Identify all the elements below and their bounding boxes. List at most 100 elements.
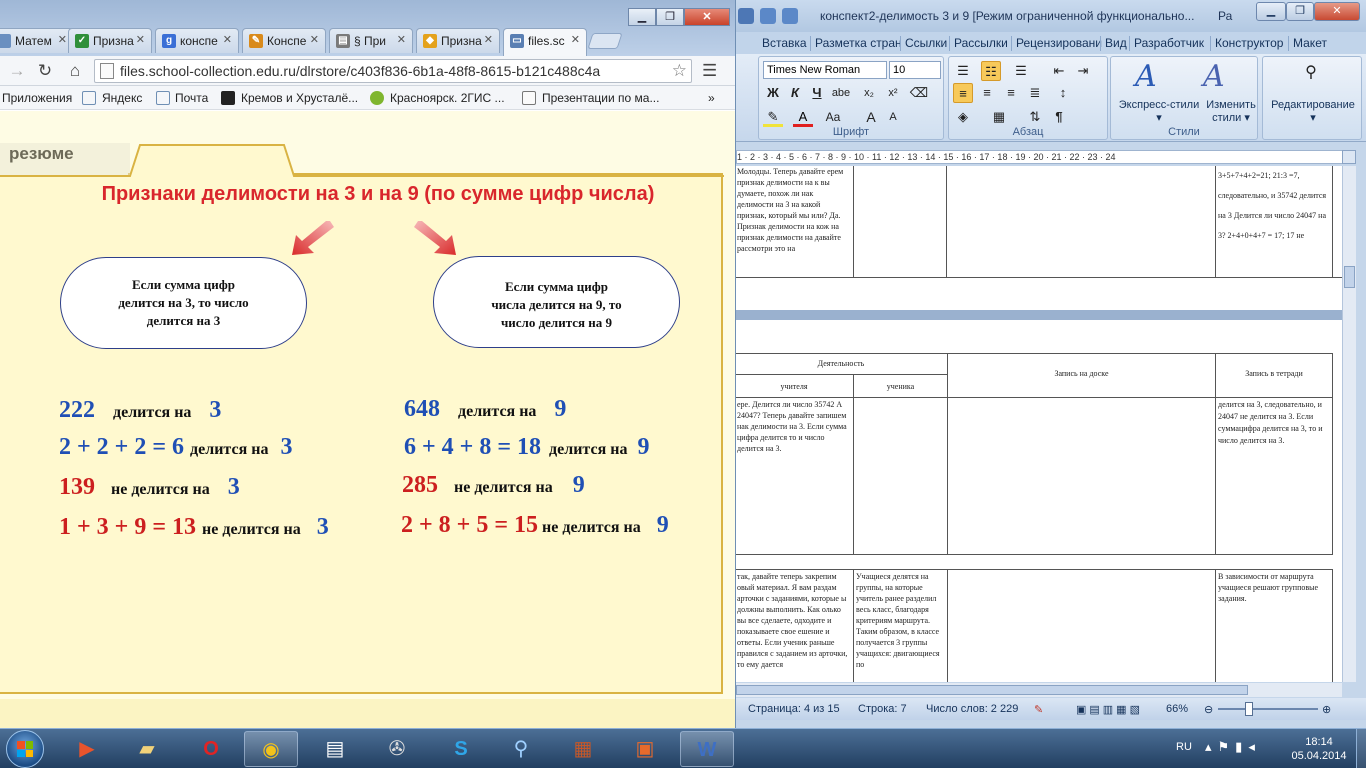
decrease-indent-button[interactable]: ⇤	[1049, 61, 1069, 81]
table-cell[interactable]	[947, 397, 1216, 555]
show-marks-button[interactable]: ¶	[1049, 107, 1069, 127]
zoom-in-icon[interactable]: ⊕	[1322, 703, 1331, 716]
notepad-icon[interactable]: ▤	[308, 731, 362, 767]
italic-button[interactable]: К	[785, 83, 805, 103]
more-bookmarks-icon[interactable]: »	[708, 91, 715, 105]
word-close-button[interactable]: ✕	[1314, 2, 1360, 21]
opera-icon[interactable]: O	[184, 731, 238, 767]
bookmark-kremov[interactable]: Кремов и Хрусталё...	[241, 91, 358, 105]
tab-design[interactable]: Конструктор	[1215, 36, 1283, 50]
bold-button[interactable]: Ж	[763, 83, 783, 103]
close-icon[interactable]: ✕	[484, 33, 493, 46]
browser-tab[interactable]: ▤ § При ✕	[329, 28, 413, 53]
shading-button[interactable]: ◈	[953, 107, 973, 127]
table-cell[interactable]: ере. Делится ли число 35742 А 24047? Теп…	[736, 397, 854, 555]
bookmark-2gis[interactable]: Красноярск. 2ГИС ...	[390, 91, 505, 105]
borders-button[interactable]: ▦	[989, 107, 1009, 127]
word-icon[interactable]: W	[680, 731, 734, 767]
tab-layout[interactable]: Макет	[1293, 36, 1327, 50]
search-icon[interactable]: ⚲	[494, 731, 548, 767]
word-maximize-button[interactable]: ❐	[1286, 2, 1314, 21]
line-spacing-button[interactable]: ↕	[1053, 83, 1073, 103]
show-desktop-button[interactable]	[1356, 729, 1366, 768]
skype-icon[interactable]: S	[434, 731, 488, 767]
table-cell[interactable]: Молодцы. Теперь давайте ерем признак дел…	[736, 166, 854, 278]
table-cell[interactable]	[853, 166, 947, 278]
home-icon[interactable]: ⌂	[64, 60, 86, 82]
grow-font-button[interactable]: A	[861, 107, 881, 127]
view-buttons-icon[interactable]: ▣▤▥▦▧	[1076, 703, 1143, 716]
horizontal-ruler[interactable]: 1 · 2 · 3 · 4 · 5 · 6 · 7 · 8 · 9 · 10 ·…	[736, 150, 1350, 164]
word-count[interactable]: Число слов: 2 229	[926, 703, 1018, 715]
zoom-slider-thumb[interactable]	[1245, 702, 1254, 716]
strikethrough-button[interactable]: abe	[831, 83, 851, 103]
new-tab-button[interactable]	[587, 33, 623, 49]
superscript-button[interactable]: x²	[883, 83, 903, 103]
maximize-button[interactable]: ❐	[656, 8, 684, 26]
bookmark-presentations[interactable]: Презентации по ма...	[542, 91, 659, 105]
vertical-scrollbar[interactable]	[1342, 166, 1356, 682]
tab-view[interactable]: Вид	[1105, 36, 1127, 50]
powerpoint-icon[interactable]: ▣	[618, 731, 672, 767]
justify-button[interactable]: ≣	[1025, 83, 1045, 103]
font-color-button[interactable]: A	[793, 107, 813, 127]
table-cell[interactable]	[853, 397, 948, 555]
address-bar[interactable]: files.school-collection.edu.ru/dlrstore/…	[94, 59, 692, 83]
zoom-out-icon[interactable]: ⊖	[1204, 703, 1213, 716]
winrar-icon[interactable]: ▦	[556, 731, 610, 767]
close-icon[interactable]: ✕	[136, 33, 145, 46]
underline-button[interactable]: Ч	[807, 83, 827, 103]
sort-button[interactable]: ⇅	[1025, 107, 1045, 127]
page-indicator[interactable]: Страница: 4 из 15	[748, 703, 840, 715]
highlight-button[interactable]: ✎	[763, 107, 783, 127]
table-cell[interactable]: Учащиеся делятся на группы, на которые у…	[853, 569, 948, 682]
table-cell[interactable]: 3+5+7+4+2=21; 21:3 =7, следовательно, и …	[1215, 166, 1333, 278]
word-minimize-button[interactable]: ▁	[1256, 2, 1286, 21]
browser-tab[interactable]: Матем ✕	[0, 28, 74, 53]
vertical-scroll-thumb[interactable]	[1344, 266, 1355, 288]
increase-indent-button[interactable]: ⇥	[1073, 61, 1093, 81]
browser-tab-active[interactable]: ▭ files.sc ✕	[503, 28, 587, 56]
media-player-icon[interactable]: ▶	[60, 731, 114, 767]
document-page[interactable]: Молодцы. Теперь давайте ерем признак дел…	[736, 166, 1342, 682]
table-cell[interactable]	[947, 569, 1216, 682]
close-button[interactable]: ✕	[684, 8, 730, 26]
express-styles-button[interactable]: Экспресс-стили ▾	[1111, 99, 1207, 125]
language-indicator[interactable]: RU	[1176, 741, 1192, 753]
tab-mailings[interactable]: Рассылки	[954, 36, 1008, 50]
tab-developer[interactable]: Разработчик	[1134, 36, 1204, 50]
tab-page-layout[interactable]: Разметка стран	[815, 36, 902, 50]
bullets-button[interactable]: ☰	[953, 61, 973, 81]
browser-tab[interactable]: ✓ Призна ✕	[68, 28, 152, 53]
horizontal-scrollbar[interactable]	[736, 683, 1342, 697]
font-size-combo[interactable]: 10	[889, 61, 941, 79]
change-case-button[interactable]: Aa	[823, 107, 843, 127]
align-right-button[interactable]: ≡	[1001, 83, 1021, 103]
tab-references[interactable]: Ссылки	[905, 36, 947, 50]
table-cell[interactable]: так, давайте теперь закрепим овый матери…	[736, 569, 854, 682]
browser-tab[interactable]: ◆ Призна ✕	[416, 28, 500, 53]
bookmark-apps[interactable]: Приложения	[2, 91, 72, 105]
proofing-icon[interactable]: ✎	[1034, 703, 1043, 716]
multilevel-list-button[interactable]: ☰	[1011, 61, 1031, 81]
browser-tab[interactable]: ✎ Конспе ✕	[242, 28, 326, 53]
close-icon[interactable]: ✕	[223, 33, 232, 46]
ruler-toggle-button[interactable]	[1342, 150, 1356, 164]
close-icon[interactable]: ✕	[310, 33, 319, 46]
film-icon[interactable]: ✇	[370, 731, 424, 767]
url-text[interactable]: files.school-collection.edu.ru/dlrstore/…	[120, 63, 660, 79]
menu-icon[interactable]: ☰	[702, 61, 717, 81]
redo-icon[interactable]	[782, 8, 798, 24]
editing-button[interactable]: Редактирование ▾	[1263, 99, 1363, 125]
bookmark-star-icon[interactable]: ☆	[672, 61, 687, 81]
tab-insert[interactable]: Вставка	[762, 36, 807, 50]
browser-tab[interactable]: g конспе ✕	[155, 28, 239, 53]
reload-icon[interactable]: ↻	[34, 60, 56, 82]
explorer-icon[interactable]: ▰	[120, 731, 174, 767]
table-cell[interactable]: делится на 3, следовательно, и 24047 не …	[1215, 397, 1333, 555]
align-center-button[interactable]: ≡	[977, 83, 997, 103]
minimize-button[interactable]: ▁	[628, 8, 656, 26]
start-button[interactable]	[6, 730, 44, 768]
undo-icon[interactable]	[760, 8, 776, 24]
tray-icons[interactable]: ▴⚑▮◂	[1205, 739, 1261, 755]
